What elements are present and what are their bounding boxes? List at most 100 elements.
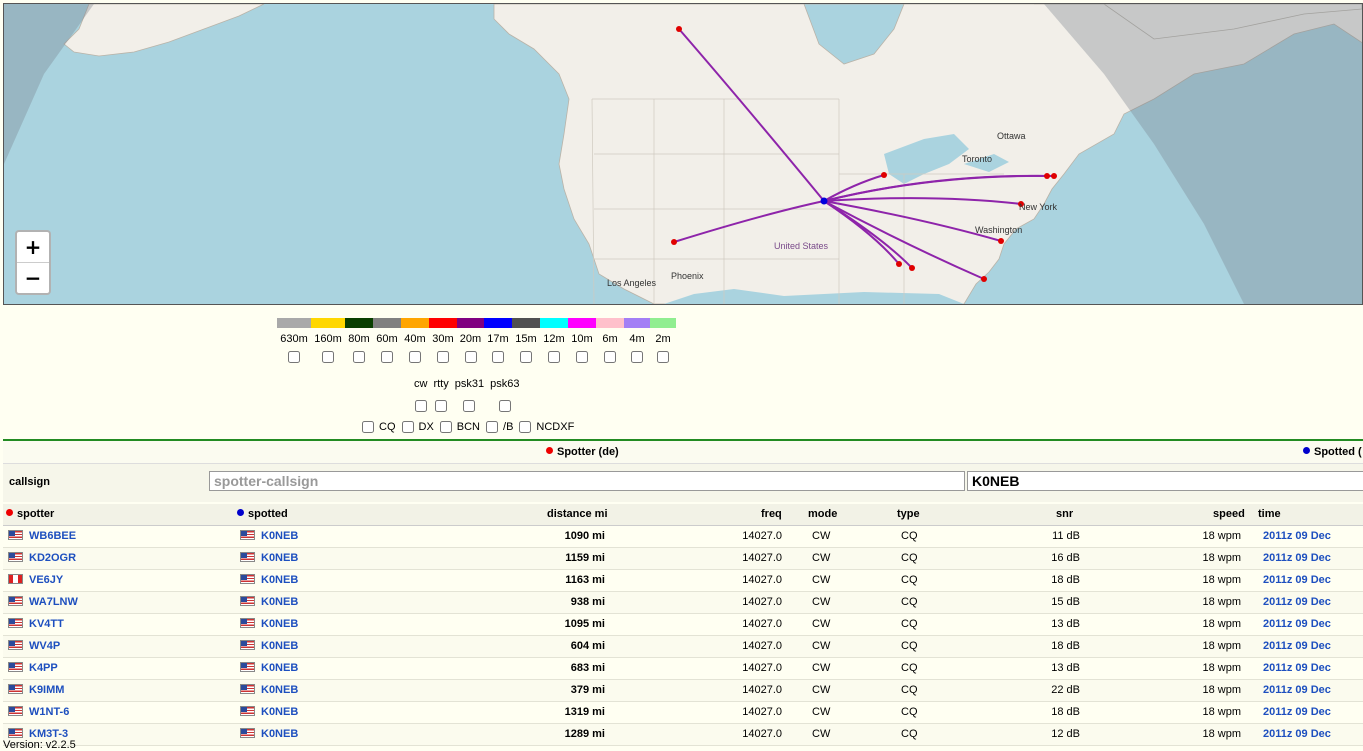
spot-map[interactable]: Ottawa Toronto New York Washington Unite…: [3, 3, 1363, 305]
spotter-value[interactable]: K4PP: [29, 662, 58, 674]
cell-spotted[interactable]: K0NEB: [240, 702, 298, 723]
band-checkbox[interactable]: [322, 351, 334, 363]
spotter-value[interactable]: KV4TT: [29, 618, 64, 630]
cell-spotted[interactable]: K0NEB: [240, 724, 298, 745]
band-selector: 630m 160m 80m 60m 40m 30m 20m 17m 15m 12m 10m 6m 4m 2…: [277, 318, 676, 363]
spotted-callsign-input[interactable]: K0NEB: [967, 471, 1363, 491]
band-checkbox[interactable]: [288, 351, 300, 363]
band-checkbox[interactable]: [548, 351, 560, 363]
cell-spotter[interactable]: WA7LNW: [8, 592, 78, 613]
band-checkbox[interactable]: [381, 351, 393, 363]
cell-spotted[interactable]: K0NEB: [240, 658, 298, 679]
mode-checkbox[interactable]: [463, 400, 476, 412]
spotter-value[interactable]: K9IMM: [29, 684, 64, 696]
cell-spotter[interactable]: W1NT-6: [8, 702, 69, 723]
cell-snr: 12 dB: [1051, 724, 1080, 745]
col-freq[interactable]: freq: [761, 504, 782, 525]
cell-time[interactable]: 2011z 09 Dec: [1263, 680, 1331, 701]
mode-checkbox[interactable]: [435, 400, 448, 412]
speed-value: 18 wpm: [1202, 552, 1241, 564]
cell-spotted[interactable]: K0NEB: [240, 592, 298, 613]
type-checkbox[interactable]: [439, 421, 452, 433]
spotter-callsign-input[interactable]: spotter-callsign: [209, 471, 965, 491]
cell-time[interactable]: 2011z 09 Dec: [1263, 724, 1331, 745]
band-checkbox[interactable]: [409, 351, 421, 363]
usa-flag-icon: [8, 618, 23, 628]
zoom-in-button[interactable]: +: [17, 232, 49, 262]
cell-time[interactable]: 2011z 09 Dec: [1263, 592, 1331, 613]
spotted-value[interactable]: K0NEB: [261, 728, 298, 740]
cell-spotter[interactable]: K9IMM: [8, 680, 64, 701]
col-type[interactable]: type: [897, 504, 920, 525]
usa-flag-icon: [8, 728, 23, 738]
col-snr[interactable]: snr: [1056, 504, 1073, 525]
time-value: 2011z 09 Dec: [1263, 530, 1331, 542]
cell-time[interactable]: 2011z 09 Dec: [1263, 570, 1331, 591]
type-option[interactable]: NCDXF: [519, 421, 574, 433]
cell-spotted[interactable]: K0NEB: [240, 636, 298, 657]
band-color-swatch: [624, 318, 650, 328]
cell-time[interactable]: 2011z 09 Dec: [1263, 658, 1331, 679]
cell-spotter[interactable]: KD2OGR: [8, 548, 76, 569]
cell-spotter[interactable]: WV4P: [8, 636, 60, 657]
band-checkbox[interactable]: [604, 351, 616, 363]
spotter-value[interactable]: KD2OGR: [29, 552, 76, 564]
cell-time[interactable]: 2011z 09 Dec: [1263, 702, 1331, 723]
spotter-value[interactable]: WA7LNW: [29, 596, 78, 608]
spotted-value[interactable]: K0NEB: [261, 684, 298, 696]
spotted-header: Spotted (: [1303, 441, 1362, 463]
spotter-value[interactable]: VE6JY: [29, 574, 63, 586]
spotted-value[interactable]: K0NEB: [261, 662, 298, 674]
cell-time[interactable]: 2011z 09 Dec: [1263, 548, 1331, 569]
cell-spotter[interactable]: K4PP: [8, 658, 58, 679]
cell-spotted[interactable]: K0NEB: [240, 570, 298, 591]
cell-spotter[interactable]: WB6BEE: [8, 526, 76, 547]
cell-spotted[interactable]: K0NEB: [240, 680, 298, 701]
band-checkbox[interactable]: [353, 351, 365, 363]
band-checkbox[interactable]: [576, 351, 588, 363]
col-distance[interactable]: distance mi: [547, 504, 608, 525]
type-option[interactable]: DX: [401, 421, 434, 433]
cell-time[interactable]: 2011z 09 Dec: [1263, 614, 1331, 635]
spotted-value[interactable]: K0NEB: [261, 596, 298, 608]
cell-spotter[interactable]: VE6JY: [8, 570, 63, 591]
band-checkbox[interactable]: [492, 351, 504, 363]
type-option[interactable]: /B: [486, 421, 513, 433]
col-mode[interactable]: mode: [808, 504, 837, 525]
col-time[interactable]: time: [1258, 504, 1281, 525]
col-speed[interactable]: speed: [1213, 504, 1245, 525]
spotted-value[interactable]: K0NEB: [261, 530, 298, 542]
col-spotted[interactable]: spotted: [237, 504, 288, 525]
band-checkbox[interactable]: [657, 351, 669, 363]
cell-time[interactable]: 2011z 09 Dec: [1263, 526, 1331, 547]
cell-spotted[interactable]: K0NEB: [240, 614, 298, 635]
type-checkbox[interactable]: [401, 421, 414, 433]
spotter-value[interactable]: WV4P: [29, 640, 60, 652]
type-checkbox[interactable]: [486, 421, 499, 433]
band-checkbox[interactable]: [437, 351, 449, 363]
band-checkbox[interactable]: [631, 351, 643, 363]
spotter-value[interactable]: WB6BEE: [29, 530, 76, 542]
band-checkbox[interactable]: [520, 351, 532, 363]
type-option[interactable]: BCN: [439, 421, 480, 433]
zoom-out-button[interactable]: −: [17, 262, 49, 293]
mode-checkbox[interactable]: [414, 400, 427, 412]
time-value: 2011z 09 Dec: [1263, 618, 1331, 630]
spotted-value[interactable]: K0NEB: [261, 618, 298, 630]
mode-checkbox[interactable]: [498, 400, 511, 412]
spotted-value[interactable]: K0NEB: [261, 574, 298, 586]
spotted-value[interactable]: K0NEB: [261, 640, 298, 652]
cell-spotted[interactable]: K0NEB: [240, 548, 298, 569]
type-option[interactable]: CQ: [362, 421, 396, 433]
spotted-value[interactable]: K0NEB: [261, 706, 298, 718]
spotter-value[interactable]: W1NT-6: [29, 706, 69, 718]
spotted-value[interactable]: K0NEB: [261, 552, 298, 564]
type-checkbox[interactable]: [362, 421, 374, 433]
cell-time[interactable]: 2011z 09 Dec: [1263, 636, 1331, 657]
time-value: 2011z 09 Dec: [1263, 728, 1331, 740]
band-checkbox[interactable]: [464, 351, 477, 363]
cell-spotter[interactable]: KV4TT: [8, 614, 64, 635]
col-spotter[interactable]: spotter: [6, 504, 54, 525]
type-checkbox[interactable]: [519, 421, 532, 433]
cell-spotted[interactable]: K0NEB: [240, 526, 298, 547]
